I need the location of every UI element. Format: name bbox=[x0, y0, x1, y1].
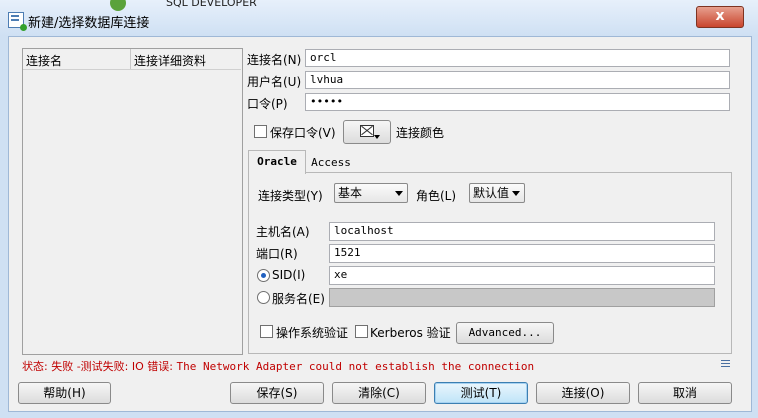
service-name-label[interactable]: 服务名(E) bbox=[272, 290, 325, 307]
password-input[interactable]: ••••• bbox=[305, 93, 730, 111]
port-input[interactable]: 1521 bbox=[329, 244, 715, 263]
chevron-down-icon bbox=[512, 191, 520, 196]
window-title: 新建/选择数据库连接 bbox=[28, 16, 150, 31]
connect-button[interactable]: 连接(O) bbox=[536, 382, 630, 404]
sid-label[interactable]: SID(I) bbox=[272, 268, 305, 282]
conn-name-input[interactable]: orcl bbox=[305, 49, 730, 67]
os-auth-checkbox[interactable] bbox=[260, 325, 273, 338]
close-icon: x bbox=[715, 8, 725, 24]
username-input[interactable]: lvhua bbox=[305, 71, 730, 89]
status-message: 状态: 失败 -测试失败: IO 错误: The Network Adapter… bbox=[22, 358, 534, 374]
service-name-radio[interactable] bbox=[257, 291, 270, 304]
connection-list[interactable] bbox=[22, 48, 243, 355]
username-label: 用户名(U) bbox=[247, 75, 302, 89]
conn-type-select[interactable]: 基本 bbox=[334, 183, 408, 203]
conn-type-label: 连接类型(Y) bbox=[258, 189, 323, 203]
background-app-title: SQL DEVELOPER bbox=[166, 0, 257, 9]
service-name-input[interactable] bbox=[329, 288, 715, 307]
status-prefix: 状态: 失败 -测试失败: IO 错误: bbox=[22, 360, 177, 373]
sid-radio[interactable] bbox=[257, 269, 270, 282]
hostname-input[interactable]: localhost bbox=[329, 222, 715, 241]
status-error-text: The Network Adapter could not establish … bbox=[176, 360, 535, 373]
port-label: 端口(R) bbox=[256, 247, 298, 261]
test-button[interactable]: 测试(T) bbox=[434, 382, 528, 404]
column-header-conn-name[interactable]: 连接名 bbox=[26, 52, 62, 69]
save-button[interactable]: 保存(S) bbox=[230, 382, 324, 404]
background-app-peek: SQL DEVELOPER bbox=[110, 0, 310, 11]
hostname-label: 主机名(A) bbox=[256, 225, 310, 239]
dropdown-arrow-icon bbox=[374, 135, 380, 139]
column-divider[interactable] bbox=[130, 49, 131, 69]
save-password-checkbox[interactable] bbox=[254, 125, 267, 138]
advanced-button[interactable]: Advanced... bbox=[456, 322, 554, 344]
chevron-down-icon bbox=[395, 191, 403, 196]
kerberos-checkbox[interactable] bbox=[355, 325, 368, 338]
os-auth-label[interactable]: 操作系统验证 bbox=[276, 324, 348, 341]
clear-button[interactable]: 清除(C) bbox=[332, 382, 426, 404]
kerberos-label[interactable]: Kerberos 验证 bbox=[370, 324, 451, 341]
log-list-icon[interactable] bbox=[721, 359, 730, 368]
conn-color-label: 连接颜色 bbox=[396, 126, 445, 140]
role-label: 角色(L) bbox=[416, 189, 457, 203]
password-label: 口令(P) bbox=[247, 97, 288, 111]
cancel-button[interactable]: 取消 bbox=[638, 382, 732, 404]
color-swatch-icon bbox=[360, 125, 374, 137]
tab-oracle[interactable]: Oracle bbox=[248, 150, 306, 174]
conn-name-label: 连接名(N) bbox=[247, 53, 302, 67]
column-header-conn-details[interactable]: 连接详细资料 bbox=[134, 52, 206, 69]
database-connection-icon bbox=[8, 12, 27, 31]
close-button[interactable]: x bbox=[696, 6, 744, 28]
tab-access[interactable]: Access bbox=[306, 153, 356, 172]
sid-input[interactable]: xe bbox=[329, 266, 715, 285]
save-password-label[interactable]: 保存口令(V) bbox=[270, 124, 336, 141]
conn-color-button[interactable] bbox=[343, 120, 391, 144]
conn-type-value: 基本 bbox=[338, 186, 363, 200]
role-select[interactable]: 默认值 bbox=[469, 183, 525, 203]
role-value: 默认值 bbox=[473, 186, 510, 200]
help-button[interactable]: 帮助(H) bbox=[18, 382, 111, 404]
